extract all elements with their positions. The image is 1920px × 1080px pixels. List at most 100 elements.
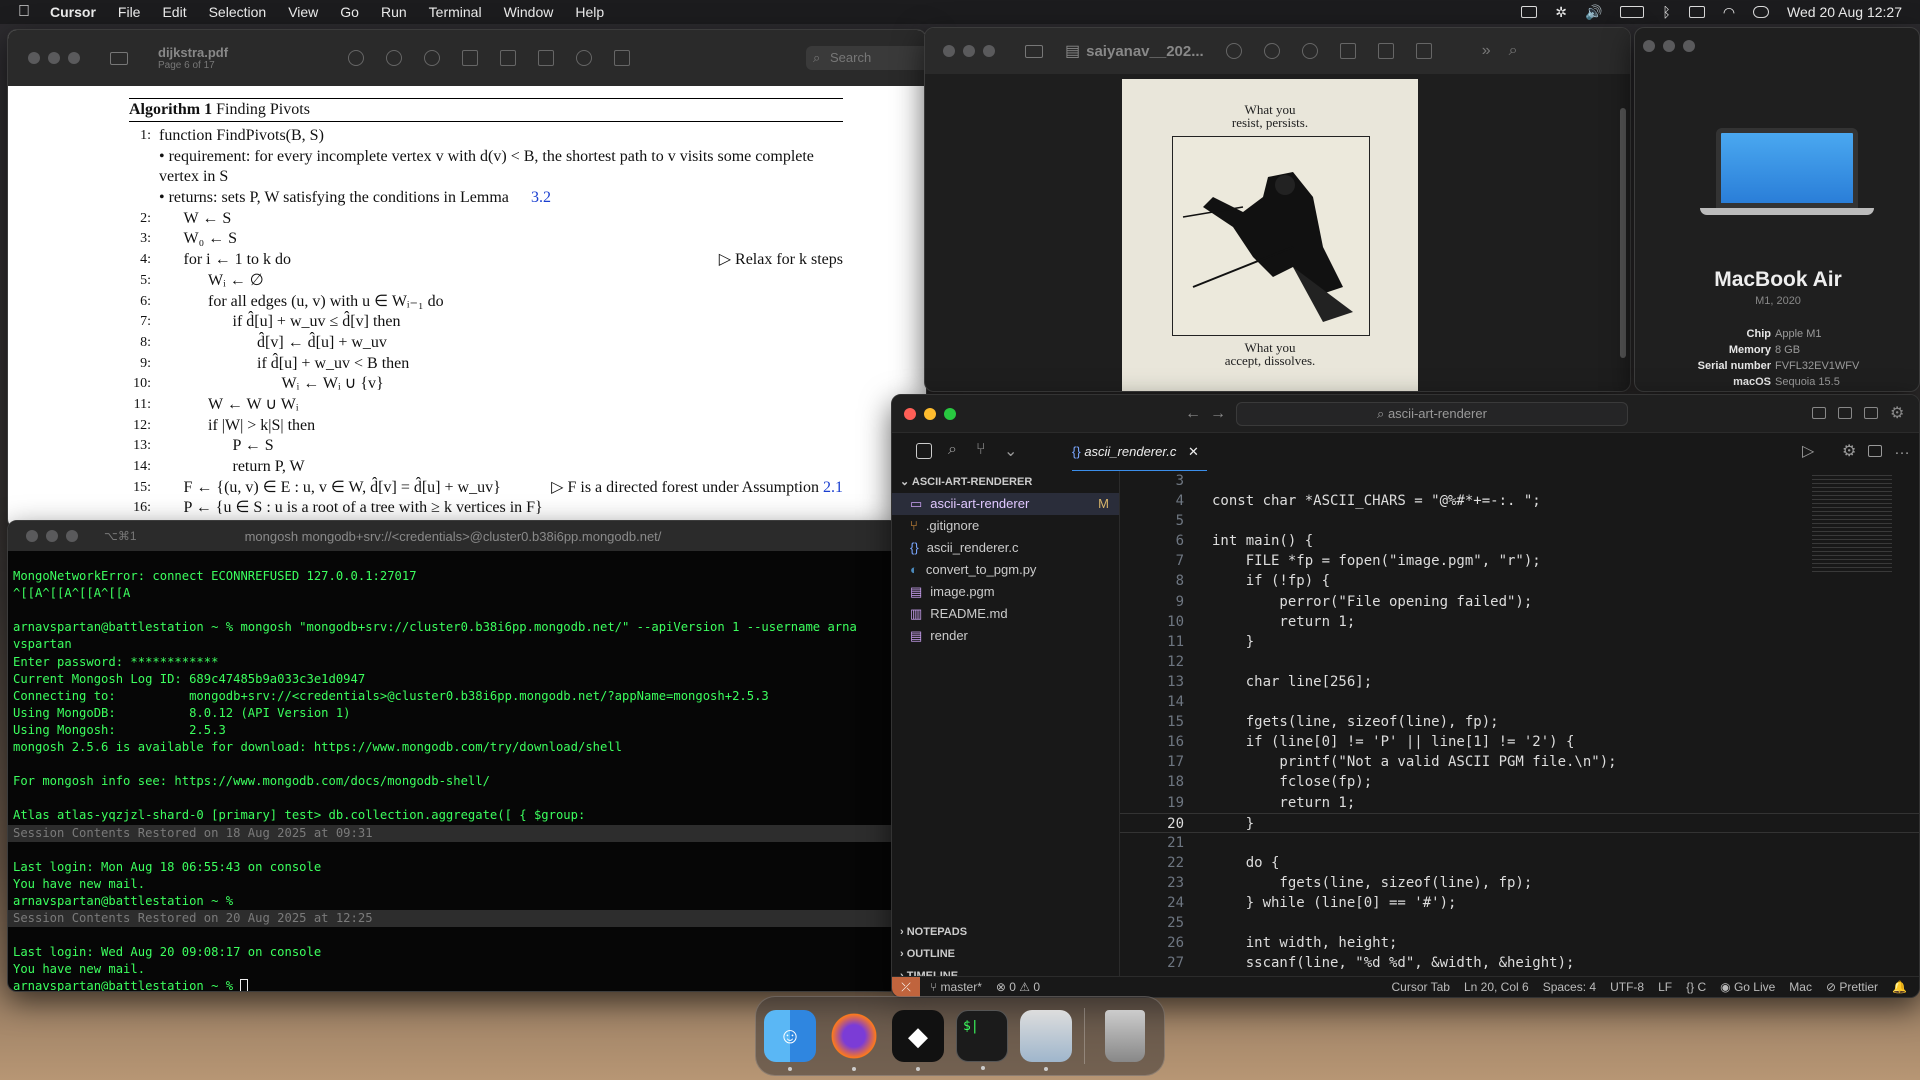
markup-icon[interactable] [1377,43,1394,59]
menu-run[interactable]: Run [381,4,407,20]
apple-menu-icon[interactable]:  [18,3,30,21]
chevron-down-icon[interactable]: ⌄ [1004,441,1017,461]
traffic-lights[interactable] [1643,40,1695,52]
prettier-status[interactable]: ⊘ Prettier [1826,980,1878,994]
firefox-icon[interactable] [828,1010,880,1071]
go-live-button[interactable]: ◉ Go Live [1720,980,1775,994]
minimap[interactable] [1812,475,1892,575]
layout-sidebar-icon[interactable] [1812,407,1826,419]
line-number: 19 [1167,794,1184,811]
file-item[interactable]: ▤ render [892,625,1119,647]
close-icon[interactable]: ✕ [1188,444,1199,459]
assumption-link[interactable]: 2.1 [823,479,843,496]
overflow-chevron-icon[interactable]: » [1482,42,1491,60]
code-text: } [1212,633,1255,650]
file-item[interactable]: ▥ README.md [892,603,1119,625]
extension-icon[interactable]: ✲ [1555,4,1567,21]
sidebar-toggle-icon[interactable] [110,51,128,65]
battery-icon[interactable] [1620,6,1645,18]
layout-panel-icon[interactable] [1838,407,1852,419]
more-actions-icon[interactable]: … [1894,441,1910,459]
tab-ascii-renderer[interactable]: {} ascii_renderer.c ✕ [1072,433,1207,471]
zoom-out-icon[interactable] [1263,43,1280,59]
notifications-bell-icon[interactable]: 🔔 [1892,980,1907,994]
terminal-icon[interactable]: $| [956,1010,1008,1070]
zoom-out-icon[interactable] [386,50,403,66]
volume-icon[interactable]: 🔊 [1585,4,1602,21]
zoom-in-icon[interactable] [424,50,441,66]
indent-status[interactable]: Spaces: 4 [1543,980,1596,994]
split-editor-icon[interactable] [1868,445,1882,457]
explorer-title[interactable]: ⌄ ASCII-ART-RENDERER [892,471,1119,493]
menu-help[interactable]: Help [575,4,604,20]
search-icon[interactable]: ⌕ [948,441,957,459]
menu-go[interactable]: Go [340,4,359,20]
pdf-search-field[interactable]: ⌕ Search [806,46,926,70]
section-outline[interactable]: › OUTLINE [892,943,1120,965]
encoding-status[interactable]: UTF-8 [1610,980,1644,994]
layout-secondary-icon[interactable] [1864,407,1878,419]
markup-icon[interactable] [500,50,517,66]
control-center-icon[interactable] [1753,6,1770,18]
finder-icon[interactable]: ☺ [764,1010,816,1071]
language-status[interactable]: {} C [1686,980,1706,994]
keyboard-icon[interactable] [1688,6,1705,18]
menu-view[interactable]: View [288,4,318,20]
remote-icon[interactable]: ⤫ [892,976,920,997]
source-control-icon[interactable]: ⑂ [976,441,986,459]
file-item[interactable]: ▤ image.pgm [892,581,1119,603]
eol-status[interactable]: LF [1658,980,1672,994]
menu-edit[interactable]: Edit [162,4,186,20]
cursor-position[interactable]: Ln 20, Col 6 [1464,980,1529,994]
menu-selection[interactable]: Selection [209,4,267,20]
cursor-tab-status[interactable]: Cursor Tab [1392,980,1450,994]
problems-indicator[interactable]: ⊗ 0 ⚠ 0 [996,980,1040,994]
file-item[interactable]: ⑂ .gitignore [892,515,1119,537]
file-item[interactable]: ▭ ascii-art-renderer M [892,493,1119,515]
gear-icon[interactable]: ⚙ [1842,441,1856,461]
command-center-search[interactable]: ⌕ ascii-art-renderer [1236,402,1628,426]
trash-icon[interactable] [1105,1010,1145,1062]
menu-file[interactable]: File [118,4,141,20]
preview-icon[interactable] [1020,1010,1072,1071]
code-editor[interactable]: 3 4 const char *ASCII_CHARS = "@%#*+=-:. "… [1120,471,1919,978]
menu-terminal[interactable]: Terminal [429,4,482,20]
file-item[interactable]: ◐ convert_to_pgm.py [892,559,1119,581]
traffic-lights[interactable] [28,52,80,64]
unity-icon[interactable]: ◆ [892,1010,944,1071]
traffic-lights[interactable] [943,45,995,57]
share-icon[interactable] [462,50,479,66]
info-icon[interactable] [348,50,365,66]
traffic-lights[interactable] [904,407,956,420]
rotate-icon[interactable] [1415,43,1432,59]
editor-tabs-bar: ⌕ ⑂ ⌄ {} ascii_renderer.c ✕ ▷ ⚙ … [892,433,1919,471]
rotate-icon[interactable] [538,50,555,66]
zoom-in-icon[interactable] [1301,43,1318,59]
file-item[interactable]: {} ascii_renderer.c [892,537,1119,559]
highlight-icon[interactable] [576,50,593,66]
section-notepads[interactable]: › NOTEPADS [892,921,1120,943]
sidebar-toggle-icon[interactable] [1025,44,1043,58]
lemma-link[interactable]: 3.2 [531,188,551,209]
display-icon[interactable] [1521,6,1538,18]
share-icon[interactable] [1339,43,1356,59]
scrollbar[interactable] [1620,108,1626,358]
settings-gear-icon[interactable]: ⚙ [1890,403,1904,423]
forward-arrow-icon[interactable]: → [1210,405,1226,423]
search-icon[interactable]: ⌕ [1509,42,1518,60]
wifi-icon[interactable]: ◠ [1723,4,1735,21]
form-icon[interactable] [614,50,631,66]
info-icon[interactable] [1225,43,1242,59]
menu-app-name[interactable]: Cursor [50,4,96,20]
run-icon[interactable]: ▷ [1802,441,1814,461]
files-icon[interactable] [916,443,932,459]
menu-clock[interactable]: Wed 20 Aug 12:27 [1787,4,1902,20]
bluetooth-icon[interactable]: ᛒ [1662,4,1670,20]
os-status[interactable]: Mac [1789,980,1812,994]
back-arrow-icon[interactable]: ← [1185,405,1201,423]
terminal-output[interactable]: MongoNetworkError: connect ECONNREFUSED … [8,551,898,991]
menu-window[interactable]: Window [504,4,554,20]
preview-toolbar: ▤ saiyanav__202... » ⌕ [925,28,1630,74]
branch-indicator[interactable]: ⑂ master* [930,980,982,994]
terminal-line-text: Last login: Mon Aug 18 06:55:43 on conso… [13,859,322,874]
